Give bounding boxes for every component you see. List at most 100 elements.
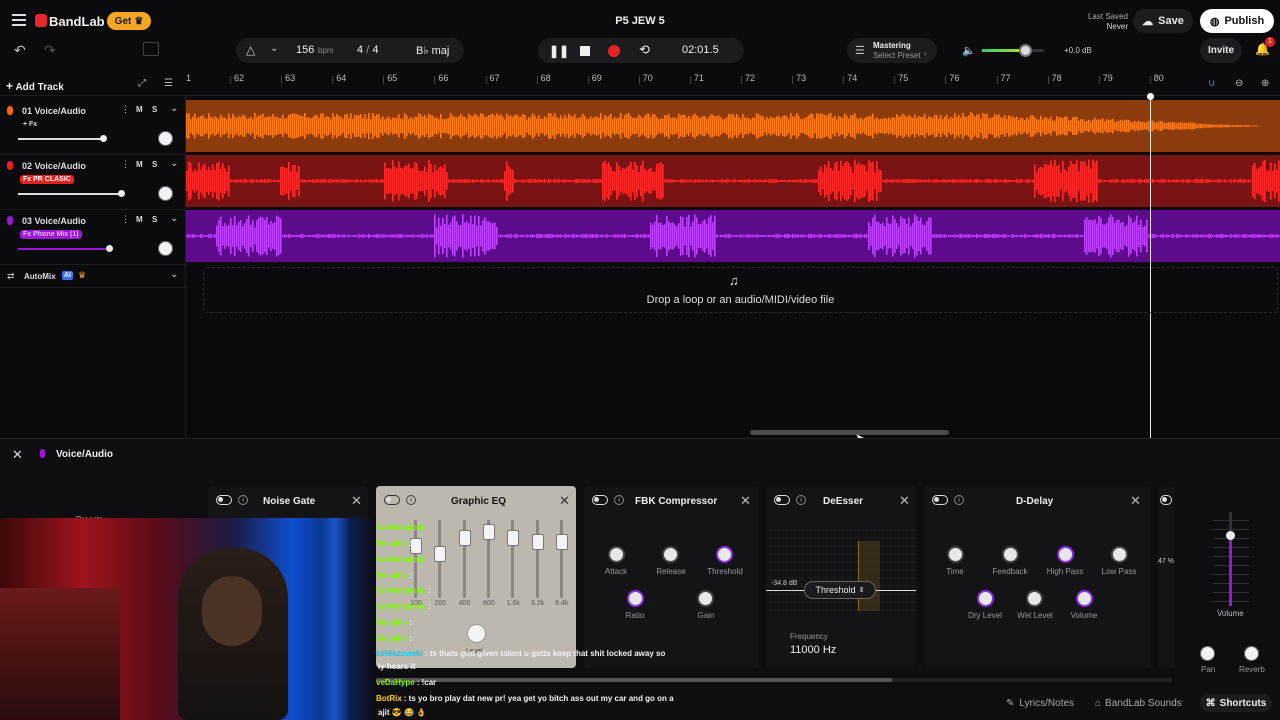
close-icon[interactable]: ✕ — [740, 493, 751, 509]
chevron-down-icon[interactable]: ⌄ — [170, 213, 178, 224]
key-signature[interactable]: B♭ maj — [416, 44, 449, 57]
wand-icon[interactable]: ⤢ — [138, 78, 146, 89]
feedback-knob[interactable] — [1002, 546, 1019, 563]
undo-icon[interactable]: ↶ — [14, 42, 26, 59]
close-fx-panel-icon[interactable]: ✕ — [12, 447, 23, 463]
zoom-out-icon[interactable]: ⊖ — [1235, 78, 1243, 89]
eq-fader-handle[interactable] — [531, 534, 544, 550]
track-header-3[interactable]: 03 Voice/Audio Fx Phone Mix (1) ⋮ M S ⌄ — [0, 210, 186, 265]
chevron-down-icon[interactable]: ⌄ — [270, 43, 278, 54]
project-title[interactable]: P5 JEW 5 — [590, 15, 690, 27]
channel-reverb-knob[interactable] — [1244, 646, 1259, 661]
close-icon[interactable]: ✕ — [1130, 493, 1141, 509]
publish-button[interactable]: ◍ Publish — [1200, 9, 1274, 33]
gain-knob[interactable] — [697, 590, 714, 607]
info-icon[interactable]: i — [954, 495, 964, 505]
time-signature[interactable]: 4 / 4 — [357, 44, 378, 56]
metronome-icon[interactable]: △ — [246, 43, 255, 57]
master-volume-slider[interactable] — [982, 44, 1044, 57]
bpm-value[interactable]: 156 — [296, 44, 314, 56]
eq-fader-handle[interactable] — [458, 530, 471, 546]
more-options-icon[interactable]: ⋮ — [121, 104, 130, 115]
timeline-horizontal-scrollbar[interactable] — [750, 430, 949, 435]
snap-magnet-icon[interactable]: ∪ — [1208, 78, 1215, 89]
timeline-ruler[interactable] — [186, 72, 1280, 96]
high-pass-knob[interactable] — [1057, 546, 1074, 563]
track-lane-3[interactable] — [186, 210, 1280, 262]
plugin-toggle[interactable] — [216, 495, 232, 505]
mute-button[interactable]: M — [136, 215, 143, 224]
eq-fader-handle[interactable] — [434, 546, 447, 562]
track-volume-handle[interactable] — [118, 190, 125, 197]
redo-icon[interactable]: ↷ — [44, 42, 56, 59]
bandlab-sounds-button[interactable]: ⌂ BandLab Sounds — [1095, 694, 1182, 712]
plugin-toggle[interactable] — [774, 495, 790, 505]
track-volume-slider[interactable] — [18, 135, 107, 142]
chevron-down-icon[interactable]: ⌄ — [170, 103, 178, 114]
zoom-in-icon[interactable]: ⊕ — [1261, 78, 1269, 89]
get-membership-button[interactable]: Get ♛ — [107, 12, 151, 30]
eq-fader-handle[interactable] — [507, 530, 520, 546]
solo-button[interactable]: S — [152, 215, 157, 224]
track-lane-2[interactable] — [186, 155, 1280, 207]
track-volume-slider[interactable] — [18, 245, 113, 252]
info-icon[interactable]: i — [406, 495, 416, 505]
wet-level-knob[interactable] — [1026, 590, 1043, 607]
close-icon[interactable]: ✕ — [351, 493, 362, 509]
speaker-icon[interactable]: 🔈 — [962, 44, 976, 57]
piano-keyboard-icon[interactable] — [143, 42, 159, 56]
track-header-2[interactable]: 02 Voice/Audio Fx PR CLASIC ⋮ M S ⌄ — [0, 155, 186, 210]
eq-level-knob[interactable] — [467, 624, 486, 643]
playhead-marker[interactable] — [1147, 93, 1154, 100]
hamburger-menu-icon[interactable] — [12, 14, 26, 26]
solo-button[interactable]: S — [152, 160, 157, 169]
fx-add-button[interactable]: + Fx — [20, 120, 40, 129]
track-lane-1[interactable] — [186, 100, 1280, 152]
save-button[interactable]: ☁ Save — [1133, 9, 1193, 33]
stop-icon[interactable] — [580, 46, 590, 56]
delay-volume-knob[interactable] — [1076, 590, 1093, 607]
attack-knob[interactable] — [608, 546, 625, 563]
more-options-icon[interactable]: ⋮ — [121, 159, 130, 170]
drop-zone[interactable]: ♫ Drop a loop or an audio/MIDI/video fil… — [203, 267, 1278, 313]
solo-button[interactable]: S — [152, 105, 157, 114]
plugin-toggle[interactable] — [384, 495, 400, 505]
more-options-icon[interactable]: ⋮ — [121, 214, 130, 225]
eq-fader-handle[interactable] — [555, 534, 568, 550]
mastering-preset-selector[interactable]: ☰ Mastering Select Preset › — [847, 38, 937, 63]
info-icon[interactable]: i — [238, 495, 248, 505]
record-icon[interactable] — [608, 45, 620, 57]
track-volume-slider[interactable] — [18, 190, 125, 197]
track-volume-handle[interactable] — [106, 245, 113, 252]
mute-button[interactable]: M — [136, 105, 143, 114]
release-knob[interactable] — [662, 546, 679, 563]
fx-horizontal-scrollbar[interactable] — [376, 678, 892, 682]
channel-volume-handle[interactable] — [1226, 531, 1235, 540]
track-header-1[interactable]: 01 Voice/Audio + Fx ⋮ M S ⌄ — [0, 100, 186, 155]
fx-preset-tag[interactable]: Fx PR CLASIC — [20, 175, 74, 184]
plugin-toggle[interactable] — [1160, 495, 1172, 505]
pan-knob[interactable] — [158, 241, 173, 256]
close-icon[interactable]: ✕ — [559, 493, 570, 509]
track-settings-icon[interactable]: ☰ — [164, 78, 173, 89]
mute-button[interactable]: M — [136, 160, 143, 169]
ratio-knob[interactable] — [627, 590, 644, 607]
low-pass-knob[interactable] — [1111, 546, 1128, 563]
frequency-value[interactable]: 11000 Hz — [790, 644, 836, 656]
close-icon[interactable]: ✕ — [899, 493, 910, 509]
shortcuts-button[interactable]: ⌘ Shortcuts — [1200, 694, 1272, 712]
track-name[interactable]: 03 Voice/Audio — [22, 216, 86, 226]
lyrics-notes-button[interactable]: ✎ Lyrics/Notes — [1006, 694, 1074, 712]
eq-fader-handle[interactable] — [410, 538, 422, 554]
track-name[interactable]: 01 Voice/Audio — [22, 106, 86, 116]
threshold-knob[interactable] — [716, 546, 733, 563]
info-icon[interactable]: i — [614, 495, 624, 505]
info-icon[interactable]: i — [796, 495, 806, 505]
pan-knob[interactable] — [158, 186, 173, 201]
pan-knob[interactable] — [158, 131, 173, 146]
eq-fader-handle[interactable] — [482, 524, 495, 540]
add-track-button[interactable]: + Add Track — [6, 79, 64, 93]
channel-pan-knob[interactable] — [1200, 646, 1215, 661]
plugin-toggle[interactable] — [932, 495, 948, 505]
loop-icon[interactable]: ⟲ — [639, 42, 650, 58]
